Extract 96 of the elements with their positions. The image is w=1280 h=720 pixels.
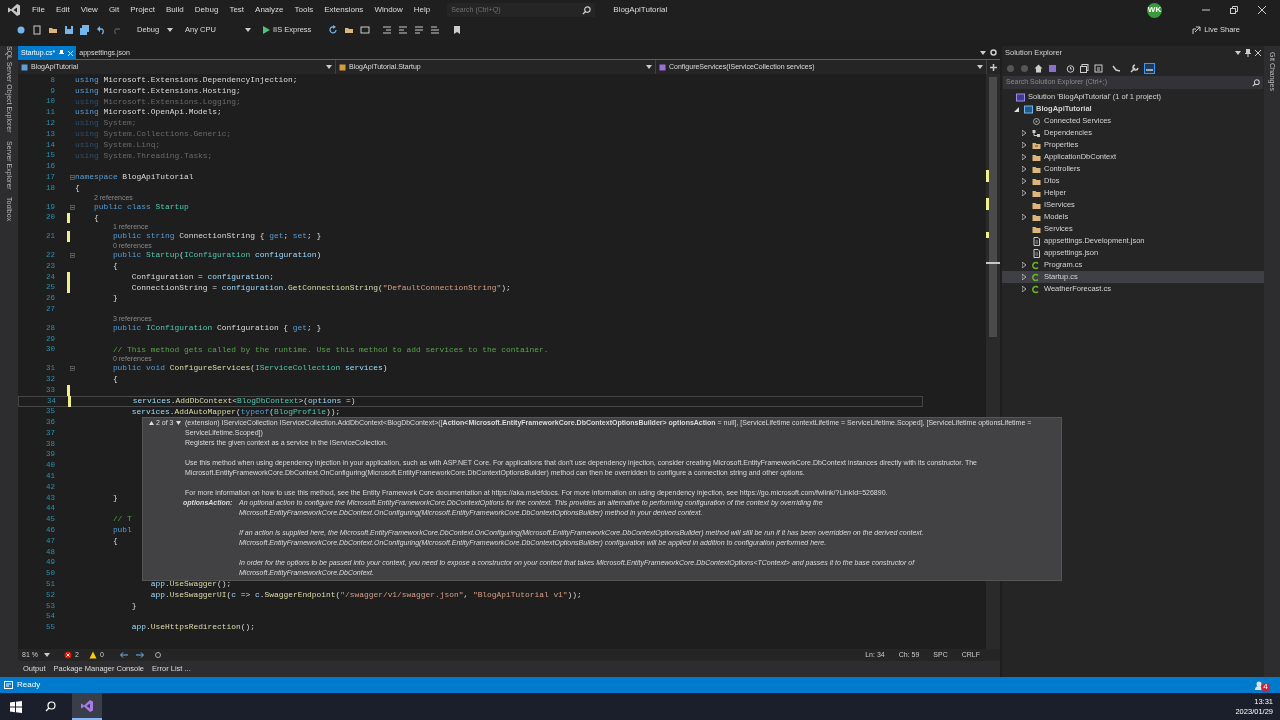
- json-file-icon: [1032, 236, 1041, 246]
- search-icon[interactable]: [45, 701, 56, 712]
- project-icon: [1024, 104, 1033, 114]
- status-text: Ready: [17, 679, 41, 691]
- open-folder-icon[interactable]: [48, 25, 58, 35]
- taskbar-app-button[interactable]: [72, 693, 102, 720]
- home-icon[interactable]: [1034, 63, 1043, 73]
- menu-item[interactable]: Help: [408, 4, 436, 16]
- switch-views-icon[interactable]: [1048, 63, 1057, 73]
- restore-icon[interactable]: [1230, 6, 1238, 14]
- indent-icon[interactable]: [382, 25, 393, 35]
- window-title: BlogApiTutorial: [613, 4, 668, 16]
- json-file-icon: [1032, 248, 1041, 258]
- collapse-icon[interactable]: [70, 253, 75, 259]
- dependencies-icon: [1032, 128, 1041, 138]
- method-icon: [659, 63, 666, 71]
- collapsed-arrow-icon[interactable]: [1022, 178, 1026, 184]
- collapse-all-icon[interactable]: [1080, 63, 1089, 73]
- preview-icon[interactable]: [1144, 62, 1155, 74]
- dropdown-icon[interactable]: [980, 50, 986, 55]
- menu-item[interactable]: Extensions: [319, 4, 369, 16]
- visual-studio-logo-icon[interactable]: [7, 3, 21, 17]
- folder-icon[interactable]: [344, 25, 355, 35]
- outdent-icon[interactable]: [398, 25, 409, 35]
- undo-icon[interactable]: [96, 25, 106, 35]
- bookmark-icon[interactable]: [452, 25, 463, 35]
- collapsed-arrow-icon[interactable]: [1022, 130, 1026, 136]
- save-all-icon[interactable]: [80, 25, 90, 35]
- split-icon[interactable]: [990, 63, 997, 71]
- caret-icon: [43, 653, 50, 657]
- forward-icon[interactable]: [135, 652, 144, 658]
- pending-changes-icon[interactable]: [1066, 63, 1075, 73]
- previous-overload-icon[interactable]: [149, 421, 154, 425]
- status-icon: [4, 681, 13, 689]
- collapsed-arrow-icon[interactable]: [1022, 190, 1026, 196]
- search-icon: [1252, 78, 1260, 87]
- live-share-icon: [1192, 25, 1202, 35]
- connected-services-icon: [1032, 116, 1041, 126]
- close-icon[interactable]: [1258, 6, 1266, 14]
- caret-icon: [245, 28, 251, 32]
- warning-icon: [88, 651, 97, 659]
- visual-studio-app-icon: [80, 698, 94, 713]
- project-icon: [21, 63, 28, 71]
- pin-icon[interactable]: [1245, 49, 1251, 57]
- menu-item[interactable]: Window: [369, 4, 408, 16]
- next-overload-icon[interactable]: [175, 421, 181, 425]
- menu-item[interactable]: Test: [224, 4, 250, 16]
- play-icon: [263, 26, 270, 34]
- menu-item[interactable]: Project: [125, 4, 161, 16]
- back-icon[interactable]: [119, 652, 128, 658]
- refresh-icon[interactable]: [328, 25, 339, 35]
- solution-icon: [1016, 92, 1025, 102]
- show-all-files-icon[interactable]: [1094, 63, 1103, 73]
- collapsed-arrow-icon[interactable]: [1022, 286, 1026, 292]
- menu-item[interactable]: File: [27, 4, 50, 16]
- minimize-icon[interactable]: [1202, 6, 1210, 14]
- menu-item[interactable]: View: [75, 4, 103, 16]
- collapsed-arrow-icon[interactable]: [1022, 214, 1026, 220]
- collapse-icon[interactable]: [70, 204, 75, 210]
- windows-start-icon[interactable]: [10, 700, 22, 713]
- caret-icon: [326, 65, 332, 69]
- caret-icon: [646, 65, 652, 69]
- uncomment-icon[interactable]: [430, 25, 441, 35]
- menu-item[interactable]: Edit: [50, 4, 75, 16]
- notification-badge: 4: [1261, 682, 1270, 692]
- wrench-icon[interactable]: [1130, 63, 1139, 73]
- comment-icon[interactable]: [414, 25, 425, 35]
- caret-icon: [167, 28, 173, 32]
- window-icon[interactable]: [360, 25, 371, 35]
- folder-icon: [1032, 140, 1041, 150]
- user-avatar[interactable]: WK: [1147, 2, 1162, 18]
- collapsed-arrow-icon[interactable]: [1022, 262, 1026, 268]
- notification-icon[interactable]: [1254, 680, 1264, 690]
- close-icon[interactable]: [1255, 50, 1261, 56]
- back-icon[interactable]: [16, 25, 26, 35]
- class-icon: [339, 63, 346, 71]
- dropdown-icon[interactable]: [1235, 50, 1241, 56]
- save-icon[interactable]: [64, 25, 74, 35]
- pin-icon[interactable]: [59, 50, 65, 56]
- caret-icon: [977, 65, 983, 69]
- collapsed-arrow-icon[interactable]: [1022, 274, 1026, 280]
- menu-item[interactable]: Tools: [289, 4, 319, 16]
- expanded-arrow-icon[interactable]: [1014, 106, 1019, 112]
- menu-item[interactable]: Build: [161, 4, 189, 16]
- search-icon: [582, 5, 592, 15]
- menu-item[interactable]: Debug: [189, 4, 224, 16]
- new-item-icon[interactable]: [32, 25, 42, 35]
- menu-item[interactable]: Git: [103, 4, 125, 16]
- collapse-icon[interactable]: [70, 366, 75, 372]
- menu-item[interactable]: Analyze: [250, 4, 289, 16]
- collapse-icon[interactable]: [70, 175, 75, 181]
- error-icon: [63, 651, 72, 659]
- collapsed-arrow-icon[interactable]: [1022, 154, 1026, 160]
- settings-icon[interactable]: [990, 49, 997, 56]
- collapsed-arrow-icon[interactable]: [1022, 142, 1026, 148]
- collapsed-arrow-icon[interactable]: [1022, 166, 1026, 172]
